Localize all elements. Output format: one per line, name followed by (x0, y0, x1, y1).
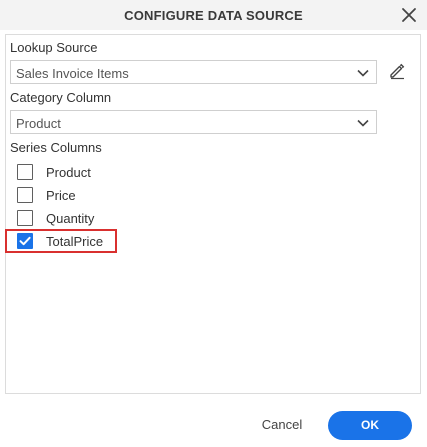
dialog-header: CONFIGURE DATA SOURCE (0, 0, 427, 30)
checkbox-label: TotalPrice (46, 234, 104, 249)
configure-data-source-dialog: CONFIGURE DATA SOURCE Lookup Source Sale… (0, 0, 427, 447)
series-checkbox-product[interactable]: Product (10, 161, 130, 183)
chevron-down-icon (356, 116, 370, 130)
lookup-source-label: Lookup Source (10, 40, 98, 55)
checkbox[interactable] (17, 210, 33, 226)
cancel-button[interactable]: Cancel (252, 413, 312, 437)
lookup-source-value: Sales Invoice Items (16, 66, 129, 81)
close-icon[interactable] (400, 6, 418, 24)
checkbox-label: Price (46, 188, 76, 203)
category-column-label: Category Column (10, 90, 112, 105)
chevron-down-icon (356, 66, 370, 80)
series-checkbox-price[interactable]: Price (10, 184, 130, 206)
series-checkbox-quantity[interactable]: Quantity (10, 207, 130, 229)
checkbox[interactable] (17, 187, 33, 203)
category-column-select[interactable]: Product (10, 110, 377, 134)
checkbox-label: Product (46, 165, 91, 180)
pencil-icon[interactable] (388, 62, 406, 80)
dialog-title: CONFIGURE DATA SOURCE (124, 8, 303, 23)
checkbox-checked[interactable] (17, 233, 33, 249)
checkbox[interactable] (17, 164, 33, 180)
checkbox-label: Quantity (46, 211, 95, 226)
checkmark-icon (19, 236, 31, 246)
lookup-source-select[interactable]: Sales Invoice Items (10, 60, 377, 84)
category-column-value: Product (16, 116, 61, 131)
series-columns-label: Series Columns (10, 140, 102, 155)
ok-button[interactable]: OK (328, 411, 412, 440)
series-checkbox-totalprice[interactable]: TotalPrice (10, 230, 130, 252)
